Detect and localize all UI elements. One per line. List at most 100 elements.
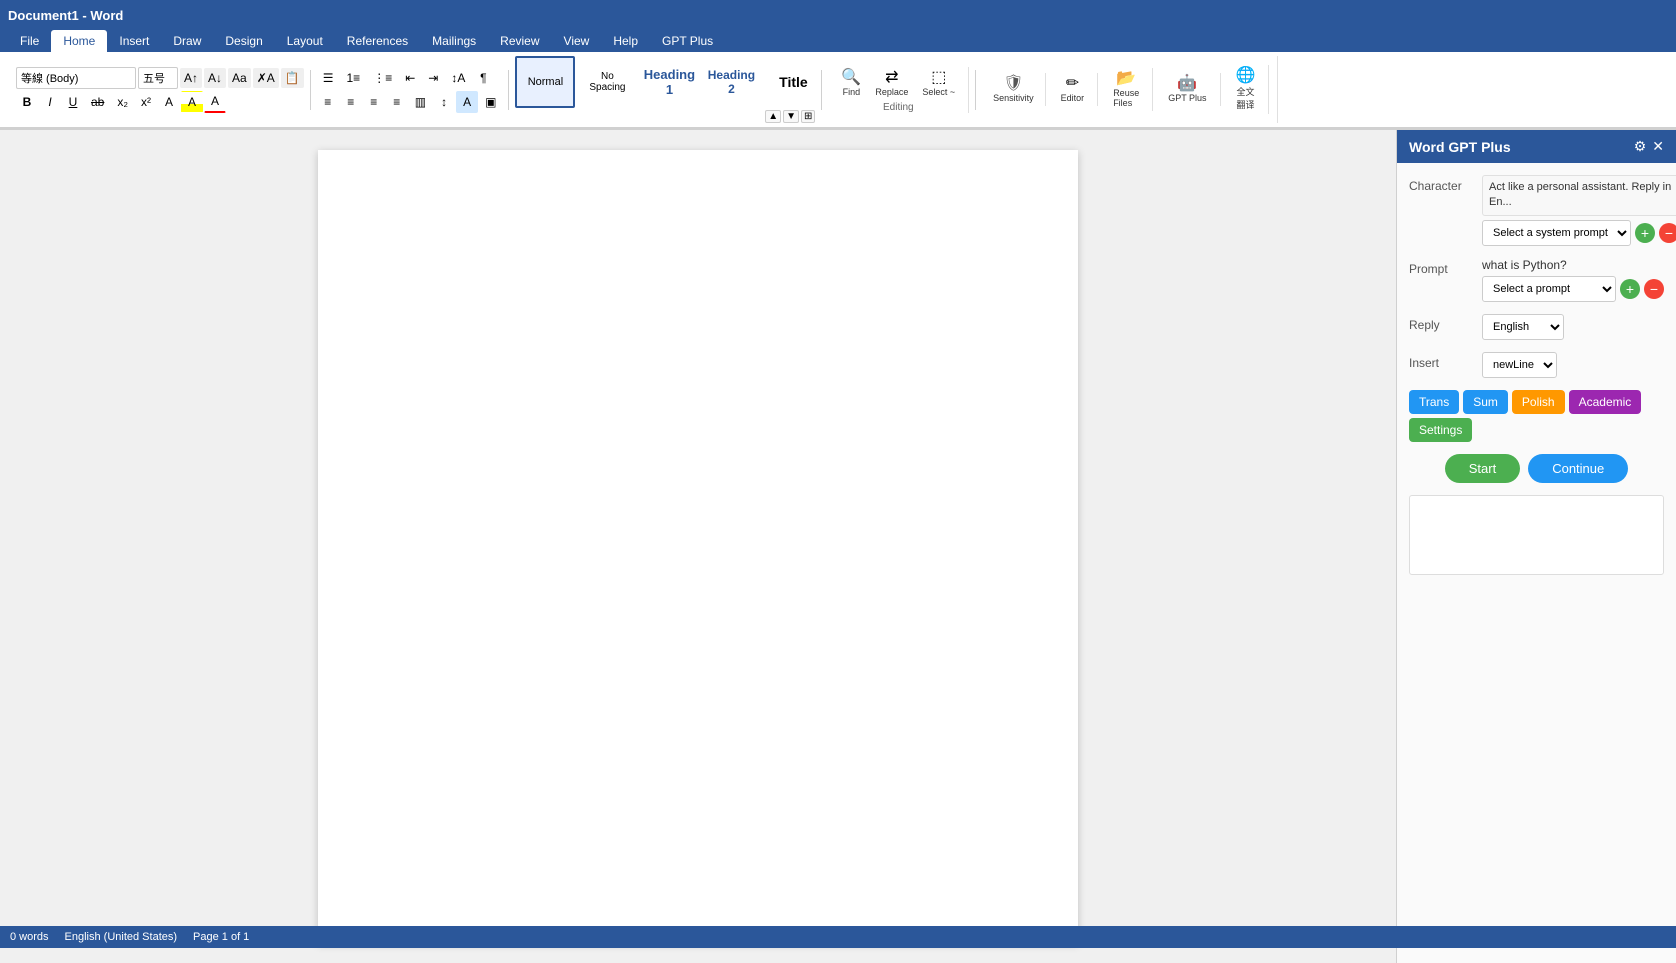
panel-header: Word GPT Plus ⚙ ✕ xyxy=(1397,130,1676,163)
borders-btn[interactable]: ▣ xyxy=(479,91,502,113)
panel-close-btn[interactable]: ✕ xyxy=(1652,138,1664,155)
increase-indent-btn[interactable]: ⇥ xyxy=(422,67,444,89)
panel-title: Word GPT Plus xyxy=(1409,139,1511,155)
align-left-btn[interactable]: ≡ xyxy=(317,91,339,113)
shading-btn[interactable]: A xyxy=(456,91,478,113)
panel-settings-icon[interactable]: ⚙ xyxy=(1634,138,1647,155)
editing-group-label: Editing xyxy=(836,102,960,113)
document-page[interactable] xyxy=(318,150,1078,943)
add-system-prompt-btn[interactable]: + xyxy=(1635,223,1655,243)
tab-insert[interactable]: Insert xyxy=(107,30,161,52)
settings-btn[interactable]: Settings xyxy=(1409,418,1472,442)
replace-btn[interactable]: ⇄ Replace xyxy=(870,67,913,100)
insert-label: Insert xyxy=(1409,352,1474,370)
continue-btn[interactable]: Continue xyxy=(1528,454,1628,483)
tab-help[interactable]: Help xyxy=(601,30,650,52)
find-btn[interactable]: 🔍 Find xyxy=(836,67,866,100)
tab-draw[interactable]: Draw xyxy=(161,30,213,52)
reply-label: Reply xyxy=(1409,314,1474,332)
remove-system-prompt-btn[interactable]: − xyxy=(1659,223,1676,243)
sort-btn[interactable]: ↕A xyxy=(445,67,471,89)
bullets-btn[interactable]: ☰ xyxy=(317,67,340,89)
add-prompt-btn[interactable]: + xyxy=(1620,279,1640,299)
tab-references[interactable]: References xyxy=(335,30,420,52)
styles-scroll-down-btn[interactable]: ▼ xyxy=(783,110,799,123)
tab-gptplus[interactable]: GPT Plus xyxy=(650,30,725,52)
subscript-btn[interactable]: x₂ xyxy=(111,91,134,113)
tab-file[interactable]: File xyxy=(8,30,51,52)
strikethrough-btn[interactable]: ab xyxy=(85,91,110,113)
justify-btn[interactable]: ≡ xyxy=(386,91,408,113)
highlight-color-btn[interactable]: A xyxy=(181,91,203,113)
insert-row: Insert newLine replace append xyxy=(1409,352,1664,378)
start-btn[interactable]: Start xyxy=(1445,454,1520,483)
text-effects-btn[interactable]: A xyxy=(158,91,180,113)
font-color-btn[interactable]: A xyxy=(204,91,226,113)
copy-format-btn[interactable]: 📋 xyxy=(281,68,304,88)
multilevel-list-btn[interactable]: ⋮≡ xyxy=(367,67,398,89)
font-name-input[interactable] xyxy=(16,67,136,89)
language-status: English (United States) xyxy=(65,931,178,943)
italic-btn[interactable]: I xyxy=(39,91,61,113)
gpt-plus-icon: 🤖 xyxy=(1177,76,1197,92)
show-hide-btn[interactable]: ¶ xyxy=(472,67,494,89)
polish-btn[interactable]: Polish xyxy=(1512,390,1565,414)
trans-btn[interactable]: Trans xyxy=(1409,390,1459,414)
styles-expand-btn[interactable]: ⊞ xyxy=(801,110,815,123)
change-case-btn[interactable]: Aa xyxy=(228,68,251,88)
decrease-indent-btn[interactable]: ⇤ xyxy=(399,67,421,89)
academic-btn[interactable]: Academic xyxy=(1569,390,1642,414)
tab-home[interactable]: Home xyxy=(51,30,107,52)
sensitivity-icon: 🛡 xyxy=(1003,76,1023,92)
style-heading2[interactable]: Heading 2 xyxy=(701,56,761,108)
styles-scroll-up-btn[interactable]: ▲ xyxy=(765,110,781,123)
decrease-font-btn[interactable]: A↓ xyxy=(204,68,226,88)
align-right-btn[interactable]: ≡ xyxy=(363,91,385,113)
select-btn[interactable]: ⬚ Select ~ xyxy=(917,67,960,100)
style-no-spacing[interactable]: No Spacing xyxy=(577,56,637,108)
editor-btn[interactable]: ✏ Editor xyxy=(1056,73,1090,106)
divider-styles-editing xyxy=(821,70,822,110)
translate-btn[interactable]: 🌐 全文翻译 xyxy=(1231,65,1261,114)
align-center-btn[interactable]: ≡ xyxy=(340,91,362,113)
bold-btn[interactable]: B xyxy=(16,91,38,113)
sensitivity-btn[interactable]: 🛡 Sensitivity xyxy=(988,73,1039,106)
reuse-icon: 📂 xyxy=(1116,71,1136,87)
prompt-select[interactable]: Select a prompt xyxy=(1482,276,1616,302)
clear-format-btn[interactable]: ✗A xyxy=(253,68,279,88)
reply-select[interactable]: English Chinese Japanese French Spanish xyxy=(1482,314,1564,340)
line-spacing-btn[interactable]: ↕ xyxy=(433,91,455,113)
editor-icon: ✏ xyxy=(1066,76,1079,92)
numbered-list-btn[interactable]: 1≡ xyxy=(341,67,367,89)
underline-btn[interactable]: U xyxy=(62,91,84,113)
superscript-btn[interactable]: x² xyxy=(135,91,157,113)
reply-content: English Chinese Japanese French Spanish xyxy=(1482,314,1664,340)
sensitivity-group: 🛡 Sensitivity xyxy=(982,73,1046,106)
document-area[interactable] xyxy=(0,130,1396,963)
tab-view[interactable]: View xyxy=(552,30,602,52)
gpt-plus-btn[interactable]: 🤖 GPT Plus xyxy=(1163,73,1211,106)
insert-select[interactable]: newLine replace append xyxy=(1482,352,1557,378)
style-heading1[interactable]: Heading 1 xyxy=(639,56,699,108)
style-title[interactable]: Title xyxy=(763,56,815,108)
tab-design[interactable]: Design xyxy=(213,30,274,52)
editing-group-content: 🔍 Find ⇄ Replace ⬚ Select ~ xyxy=(836,67,960,100)
reuse-files-btn[interactable]: 📂 ReuseFiles xyxy=(1108,68,1144,111)
ribbon-tabs: File Home Insert Draw Design Layout Refe… xyxy=(0,30,1676,52)
remove-prompt-btn[interactable]: − xyxy=(1644,279,1664,299)
editor-group: ✏ Editor xyxy=(1048,73,1099,106)
increase-font-btn[interactable]: A↑ xyxy=(180,68,202,88)
tab-review[interactable]: Review xyxy=(488,30,551,52)
reply-row: Reply English Chinese Japanese French Sp… xyxy=(1409,314,1664,340)
output-area[interactable] xyxy=(1409,495,1664,575)
alignment-buttons-row: ≡ ≡ ≡ ≡ ▥ ↕ A ▣ xyxy=(317,91,503,113)
tab-layout[interactable]: Layout xyxy=(275,30,335,52)
page-margin xyxy=(398,210,998,230)
system-prompt-select[interactable]: Select a system prompt xyxy=(1482,220,1631,246)
style-normal[interactable]: Normal xyxy=(515,56,575,108)
tab-mailings[interactable]: Mailings xyxy=(420,30,488,52)
sensitivity-content: 🛡 Sensitivity xyxy=(988,73,1039,106)
font-size-input[interactable] xyxy=(138,67,178,89)
column-break-btn[interactable]: ▥ xyxy=(409,91,432,113)
sum-btn[interactable]: Sum xyxy=(1463,390,1508,414)
